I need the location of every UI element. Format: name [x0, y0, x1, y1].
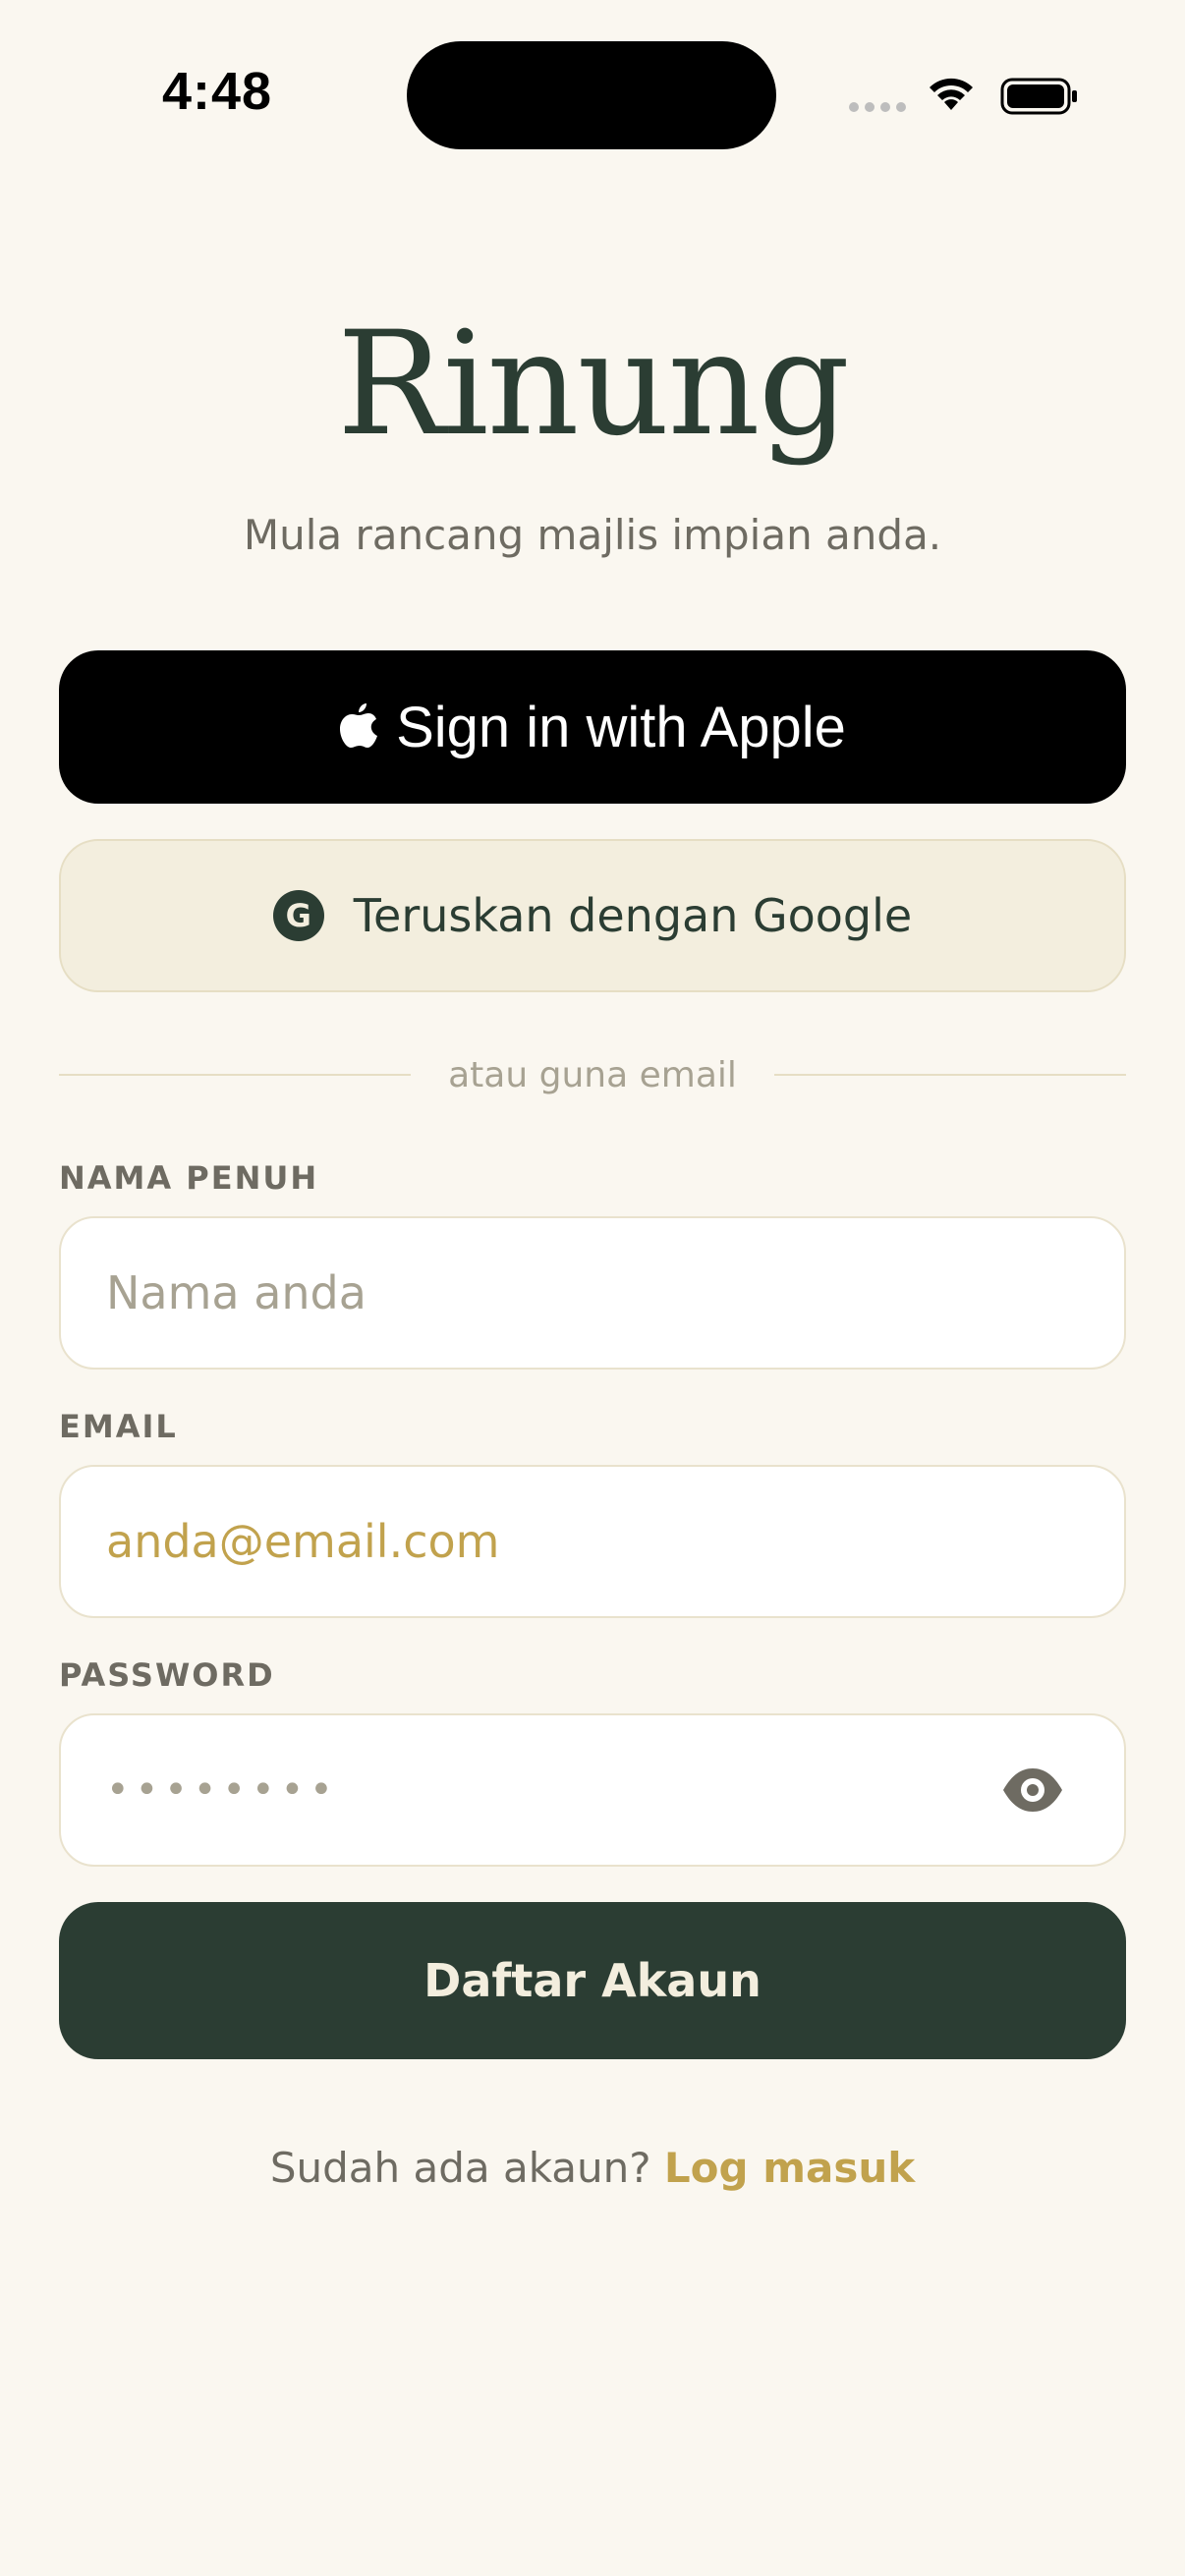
login-prompt-text: Sudah ada akaun?: [269, 2144, 651, 2192]
google-badge-icon: G: [272, 890, 324, 941]
wifi-icon: [926, 73, 977, 116]
eye-icon[interactable]: [1000, 1763, 1065, 1821]
login-prompt: Sudah ada akaun? Log masuk: [0, 2144, 1185, 2192]
password-input[interactable]: [106, 1715, 990, 1865]
email-input[interactable]: [106, 1467, 990, 1616]
apple-icon: [339, 701, 378, 753]
google-button-label: Teruskan dengan Google: [353, 889, 913, 942]
name-input[interactable]: [106, 1218, 990, 1368]
continue-with-google-button[interactable]: G Teruskan dengan Google: [59, 839, 1126, 992]
divider-line-left: [59, 1074, 412, 1076]
battery-icon: [1000, 77, 1079, 120]
email-label: EMAIL: [59, 1408, 178, 1445]
register-account-button[interactable]: Daftar Akaun: [59, 1902, 1126, 2059]
dynamic-island: [407, 41, 776, 149]
email-field-container: [59, 1465, 1126, 1618]
status-time: 4:48: [162, 62, 273, 121]
divider-line-right: [773, 1074, 1127, 1076]
password-field-container: [59, 1713, 1126, 1867]
cellular-signal-icon: [849, 102, 906, 112]
name-field-container: [59, 1216, 1126, 1370]
or-divider: atau guna email: [59, 1051, 1127, 1098]
login-link[interactable]: Log masuk: [664, 2144, 915, 2192]
sign-in-with-apple-button[interactable]: Sign in with Apple: [59, 650, 1126, 804]
apple-button-label: Sign in with Apple: [396, 695, 846, 759]
divider-text: atau guna email: [448, 1054, 737, 1095]
password-label: PASSWORD: [59, 1656, 275, 1694]
app-logo-title: Rinung: [336, 301, 850, 468]
register-button-label: Daftar Akaun: [423, 1954, 762, 2007]
tagline: Mula rancang majlis impian anda.: [243, 511, 942, 559]
name-label: NAMA PENUH: [59, 1159, 319, 1197]
